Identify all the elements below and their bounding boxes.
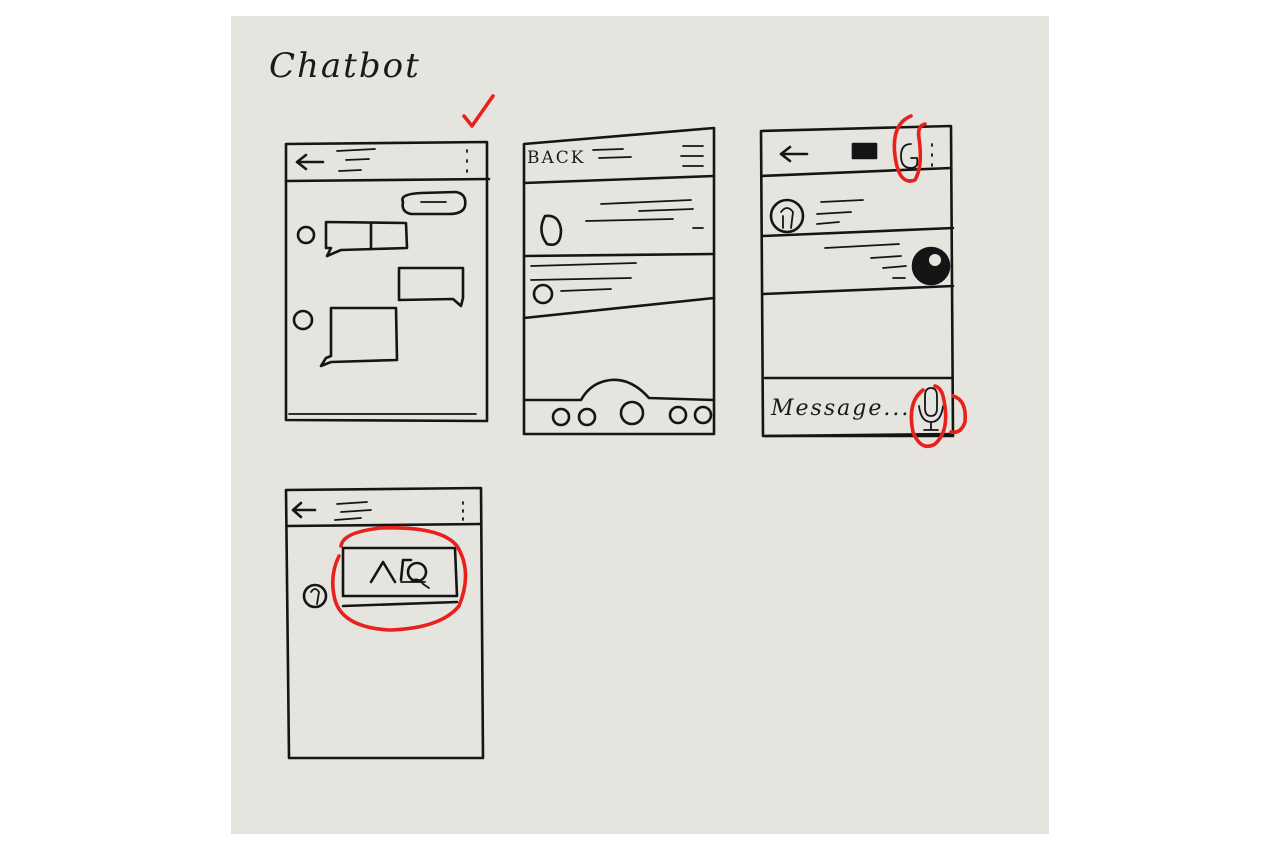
title-lines bbox=[336, 148, 376, 172]
list-item-lines bbox=[585, 199, 704, 229]
incoming-bubble bbox=[319, 306, 399, 368]
incoming-bubble bbox=[324, 220, 409, 258]
back-button-label: BACK bbox=[527, 148, 586, 168]
nav-icon bbox=[693, 405, 713, 425]
avatar-icon bbox=[532, 283, 554, 305]
checkmark-annotation bbox=[462, 94, 495, 128]
bottom-nav-divider bbox=[524, 378, 716, 402]
message-lines bbox=[824, 243, 907, 279]
sketch-title: Chatbot bbox=[269, 46, 421, 86]
nav-icon bbox=[619, 400, 645, 426]
sketch-drawing bbox=[284, 94, 968, 760]
avatar-icon bbox=[769, 198, 805, 234]
message-lines bbox=[816, 199, 864, 225]
image-mountain-icon bbox=[369, 558, 413, 584]
back-arrow-icon bbox=[291, 501, 317, 519]
assistant-circle-annotation bbox=[892, 114, 927, 183]
message-input-placeholder: Message... bbox=[771, 396, 911, 421]
nav-icon bbox=[668, 405, 688, 425]
screen-1-chat-sketch bbox=[284, 140, 491, 423]
nav-icon bbox=[551, 407, 571, 427]
outgoing-bubble bbox=[397, 266, 465, 308]
list-item-lines bbox=[530, 262, 637, 281]
back-arrow-icon bbox=[295, 153, 325, 171]
screen-2-list-sketch bbox=[522, 126, 716, 436]
title-lines bbox=[334, 501, 372, 521]
avatar-icon bbox=[540, 214, 563, 246]
mic-icon bbox=[918, 387, 944, 431]
google-assistant-icon bbox=[900, 143, 919, 169]
hamburger-icon bbox=[680, 145, 704, 167]
avatar-icon bbox=[296, 225, 316, 245]
title-lines bbox=[592, 148, 632, 159]
image-circle-annotation bbox=[330, 526, 468, 632]
bot-avatar-icon bbox=[911, 246, 951, 286]
nav-icon bbox=[577, 407, 597, 427]
outgoing-bubble bbox=[401, 190, 467, 216]
back-arrow-icon bbox=[779, 145, 809, 163]
avatar-icon bbox=[292, 309, 314, 331]
video-call-icon bbox=[851, 142, 878, 160]
sketch-paper: Chatbot BACK Message... bbox=[231, 16, 1049, 834]
